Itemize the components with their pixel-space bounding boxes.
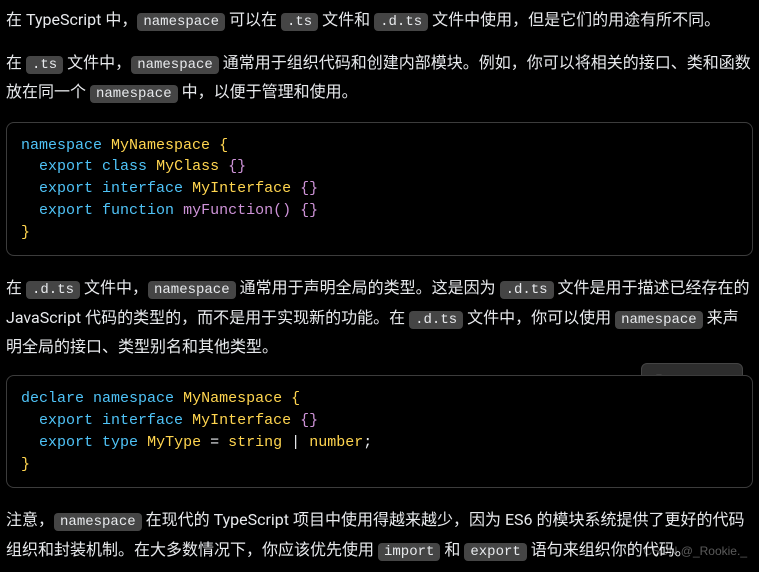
operator: =: [210, 434, 219, 451]
code-block-1: namespace MyNamespace { export class MyC…: [6, 122, 753, 257]
type: string: [228, 434, 282, 451]
text: 文件中，你可以使用: [463, 308, 615, 327]
text: 通常用于声明全局的类型。这是因为: [236, 278, 500, 297]
keyword: interface: [102, 180, 183, 197]
inline-code-dts: .d.ts: [409, 311, 463, 329]
text: 语句来组织你的代码。: [527, 540, 691, 559]
text: 文件中使用，但是它们的用途有所不同。: [428, 10, 720, 29]
brace: {: [291, 390, 300, 407]
keyword: interface: [102, 412, 183, 429]
keyword: export: [39, 434, 93, 451]
identifier: myFunction: [183, 202, 273, 219]
keyword: export: [39, 180, 93, 197]
brace: {}: [228, 158, 246, 175]
operator: |: [291, 434, 300, 451]
text: 和: [440, 540, 464, 559]
paragraph-3: 在 .d.ts 文件中，namespace 通常用于声明全局的类型。这是因为 .…: [6, 274, 753, 361]
text: 注意，: [6, 510, 54, 529]
inline-code-ts: .ts: [26, 56, 63, 74]
brace: {}: [300, 412, 318, 429]
inline-code-namespace: namespace: [148, 281, 236, 299]
keyword: export: [39, 202, 93, 219]
type: number: [309, 434, 363, 451]
keyword: function: [102, 202, 174, 219]
inline-code-ts: .ts: [281, 13, 318, 31]
text: 在: [6, 53, 26, 72]
parens: (): [273, 202, 291, 219]
inline-code-dts: .d.ts: [500, 281, 554, 299]
inline-code-dts: .d.ts: [374, 13, 428, 31]
text: 在: [6, 278, 26, 297]
identifier: MyInterface: [192, 180, 291, 197]
paragraph-4: 注意，namespace 在现代的 TypeScript 项目中使用得越来越少，…: [6, 506, 753, 564]
text: 可以在: [225, 10, 281, 29]
inline-code-dts: .d.ts: [26, 281, 80, 299]
identifier: MyNamespace: [111, 137, 210, 154]
inline-code-import: import: [378, 543, 440, 561]
brace: {}: [300, 180, 318, 197]
keyword: declare: [21, 390, 84, 407]
inline-code-export: export: [464, 543, 526, 561]
paragraph-1: 在 TypeScript 中，namespace 可以在 .ts 文件和 .d.…: [6, 6, 753, 35]
text: 中，以便于管理和使用。: [178, 82, 358, 101]
inline-code-namespace: namespace: [131, 56, 219, 74]
inline-code-namespace: namespace: [615, 311, 703, 329]
keyword: export: [39, 158, 93, 175]
code-block-2-wrap: ··· declare namespace MyNamespace { expo…: [6, 375, 753, 488]
brace: }: [21, 224, 30, 241]
brace: {}: [300, 202, 318, 219]
text: 在 TypeScript 中，: [6, 10, 137, 29]
inline-code-namespace: namespace: [137, 13, 225, 31]
keyword: export: [39, 412, 93, 429]
text: 文件中，: [80, 278, 148, 297]
keyword: class: [102, 158, 147, 175]
brace: }: [21, 456, 30, 473]
identifier: MyNamespace: [183, 390, 282, 407]
semicolon: ;: [363, 434, 372, 451]
identifier: MyClass: [156, 158, 219, 175]
keyword: namespace: [93, 390, 174, 407]
keyword: namespace: [21, 137, 102, 154]
identifier: MyType: [147, 434, 201, 451]
code-block-2: declare namespace MyNamespace { export i…: [6, 375, 753, 488]
keyword: type: [102, 434, 138, 451]
text: 文件和: [318, 10, 374, 29]
brace: {: [219, 137, 228, 154]
identifier: MyInterface: [192, 412, 291, 429]
inline-code-namespace: namespace: [90, 85, 178, 103]
text: 文件中，: [63, 53, 131, 72]
inline-code-namespace: namespace: [54, 513, 142, 531]
paragraph-2: 在 .ts 文件中，namespace 通常用于组织代码和创建内部模块。例如，你…: [6, 49, 753, 107]
